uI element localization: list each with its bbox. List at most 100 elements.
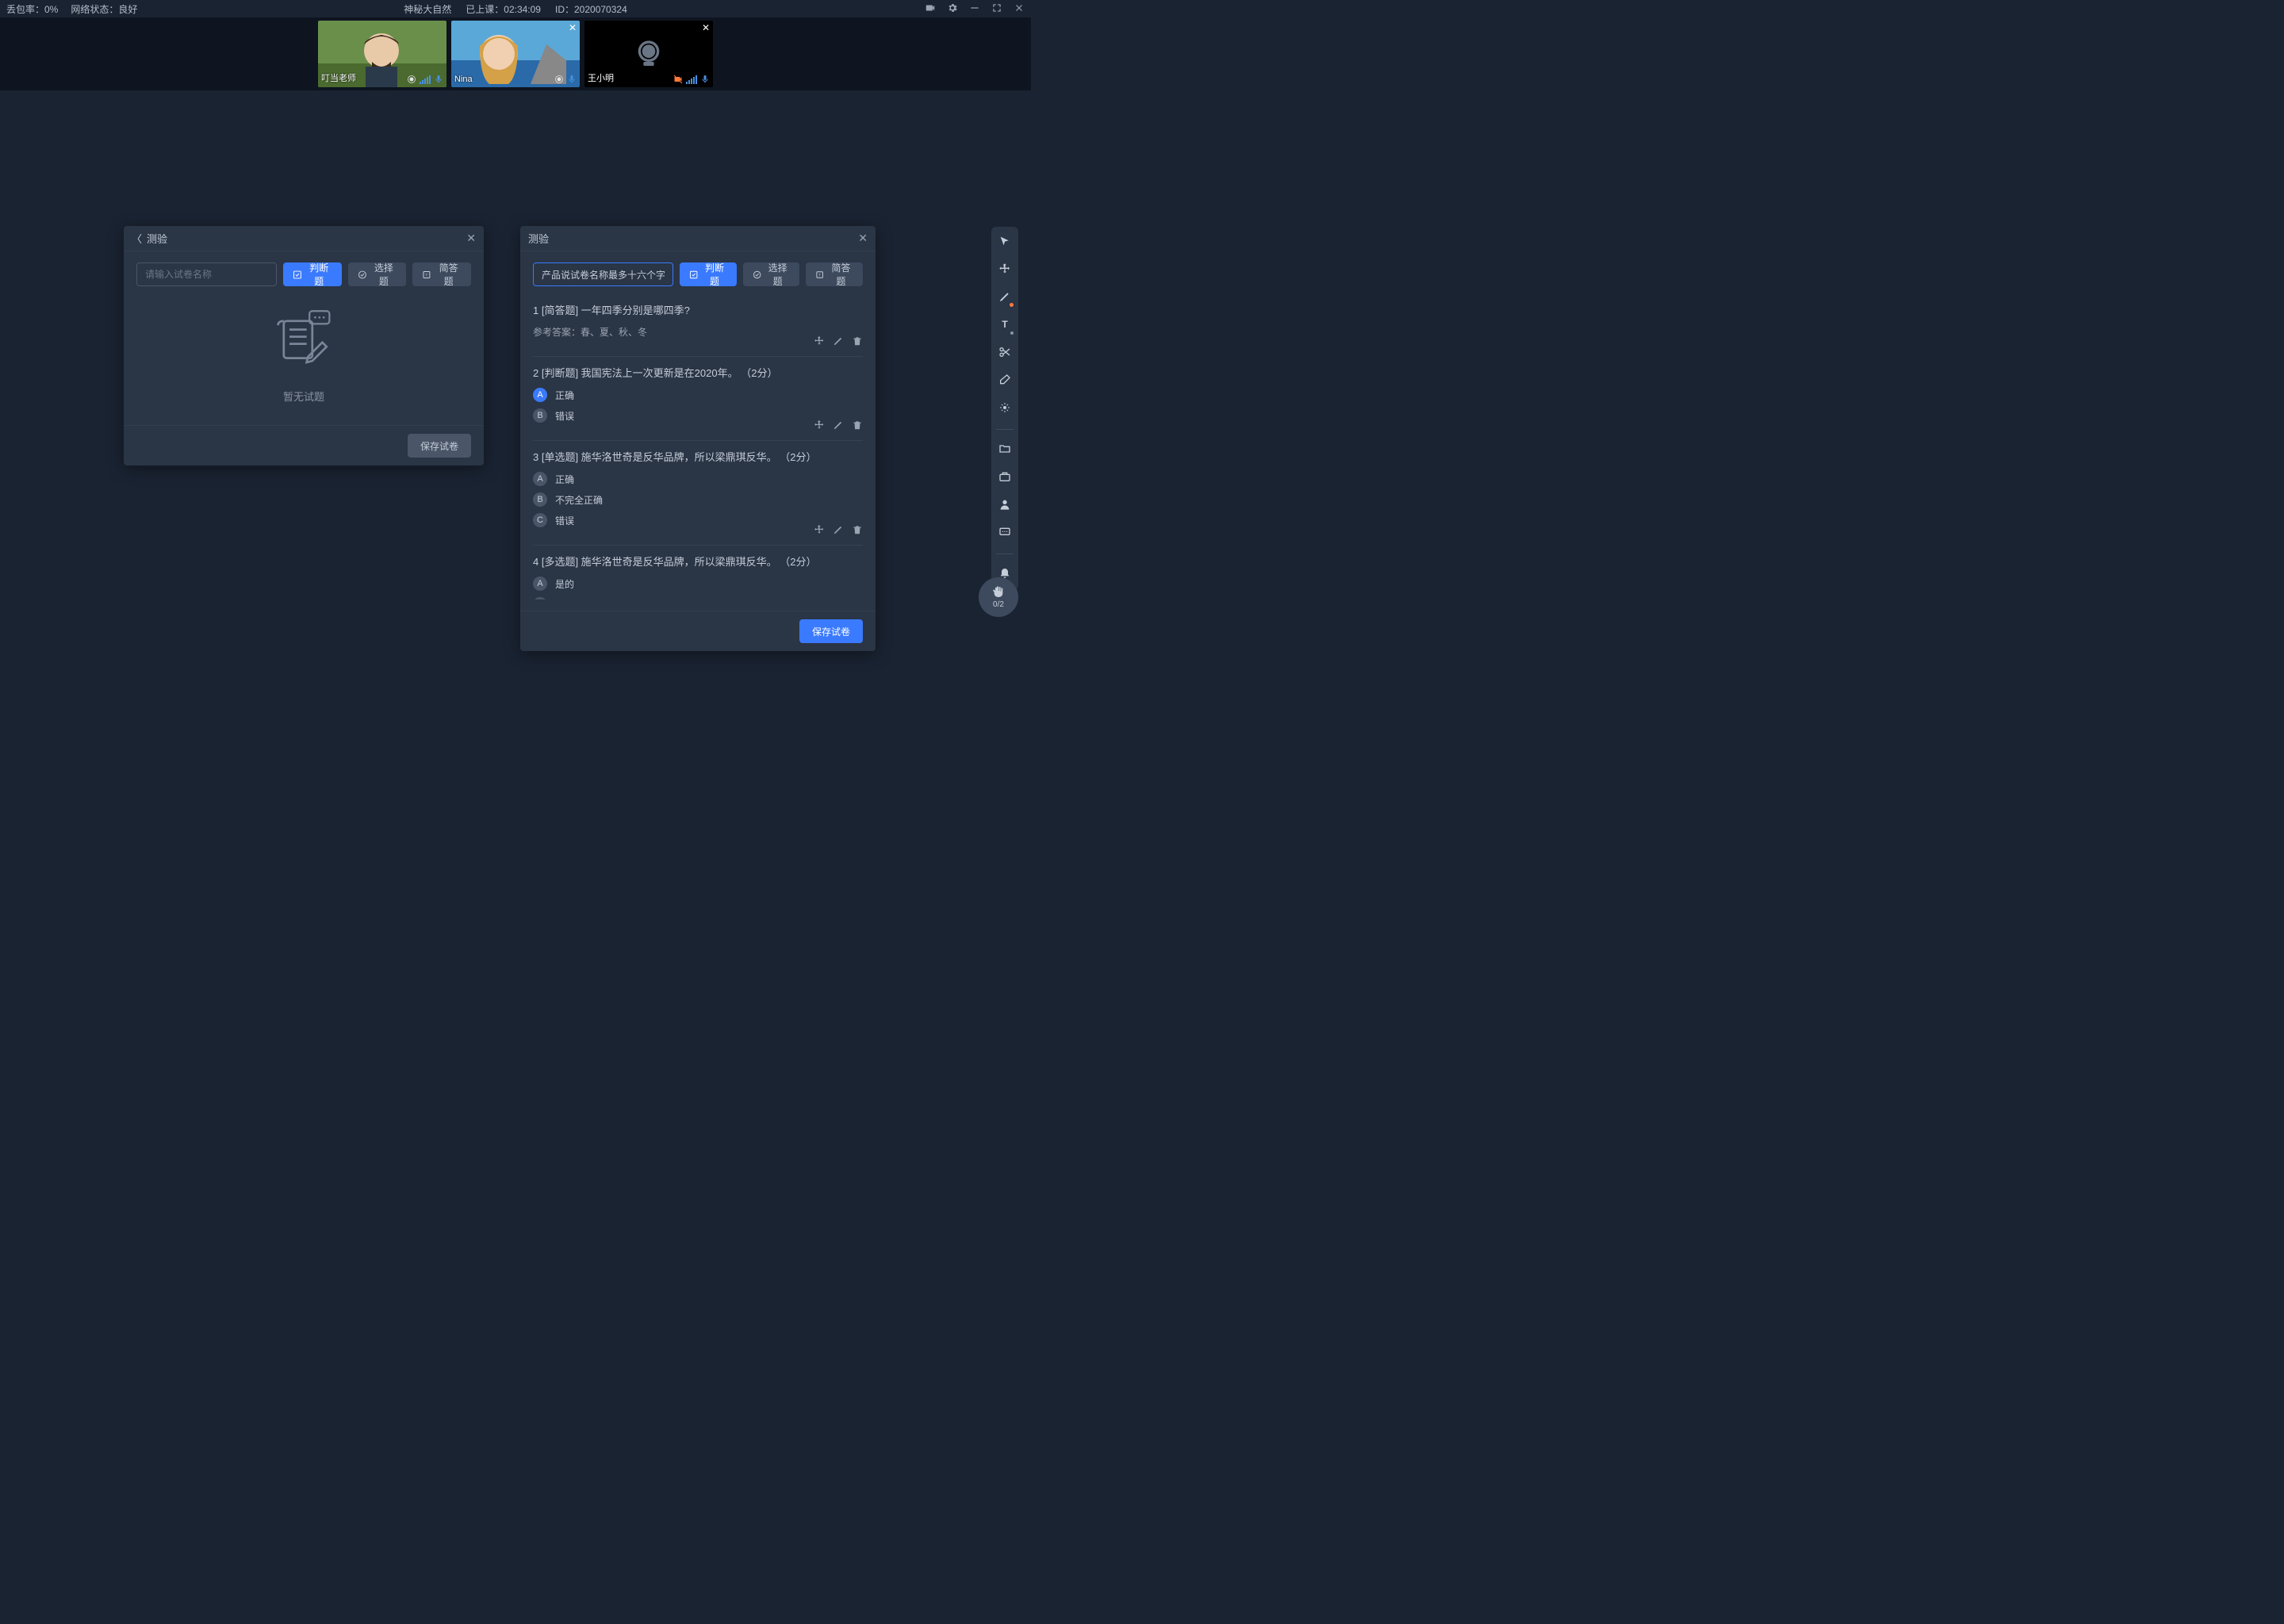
pointer-tool-icon[interactable] [998,235,1011,250]
option-label: 不完全正确 [555,493,603,507]
question-list[interactable]: 1 [简答题] 一年四季分别是哪四季?参考答案：春、夏、秋、冬2 [判断题] 我… [520,294,876,599]
option-row[interactable]: B 不完全正确 [533,597,863,599]
option-row[interactable]: B 不完全正确 [533,492,863,507]
panel-close-icon[interactable]: ✕ [858,232,868,245]
back-icon[interactable]: 〈 [132,231,142,246]
question-item: 2 [判断题] 我国宪法上一次更新是在2020年。 （2分） A 正确 B 错误 [533,357,863,441]
video-name: 叮当老师 [321,71,356,84]
pen-tool-icon[interactable] [998,290,1011,305]
settings-icon[interactable] [947,2,958,16]
mic-icon [700,75,710,84]
video-close-icon[interactable]: ✕ [569,22,577,33]
option-row[interactable]: A正确 [533,472,863,486]
network-status: 网络状态：良好 [71,2,137,16]
choice-question-button[interactable]: 选择题 [348,262,407,286]
option-badge: B [533,492,547,507]
svg-text:T: T [819,273,822,277]
save-quiz-button[interactable]: 保存试卷 [408,434,471,458]
move-icon[interactable] [814,419,825,431]
delete-icon[interactable] [852,524,863,535]
camera-off-icon [633,38,665,70]
empty-state: 暂无试题 [136,294,471,414]
panel-title: 测验 [528,231,858,246]
svg-text:T: T [426,273,428,278]
video-tile-teacher[interactable]: 叮当老师 [318,21,446,87]
eraser-tool-icon[interactable] [998,373,1011,389]
text-tool-icon[interactable]: T [998,318,1011,333]
question-title: 3 [单选题] 施华洛世奇是反华品牌，所以梁鼎琪反华。 （2分） [533,449,863,464]
video-close-icon[interactable]: ✕ [702,22,710,33]
quiz-panel-empty: 〈 测验 ✕ 判断题 选择题 T 简答题 [124,226,484,465]
judge-question-button[interactable]: 判断题 [283,262,342,286]
video-tile-student[interactable]: ✕ Nina [451,21,580,87]
option-label: 错误 [555,514,574,527]
option-label: 错误 [555,409,574,423]
move-tool-icon[interactable] [998,262,1011,278]
empty-text: 暂无试题 [283,389,324,404]
top-bar: 丢包率：0% 网络状态：良好 神秘大自然 已上课：02:34:09 ID：202… [0,0,1031,17]
option-label: 不完全正确 [555,598,603,600]
panel-title: 测验 [147,231,466,246]
option-badge: A [533,472,547,486]
question-item: 1 [简答题] 一年四季分别是哪四季?参考答案：春、夏、秋、冬 [533,294,863,357]
chat-icon[interactable] [998,526,1011,541]
quiz-name-input[interactable] [533,262,673,286]
video-row: 叮当老师 ✕ Nina ✕ 王小明 [0,17,1031,90]
video-name: Nina [454,75,473,84]
hand-count: 0/2 [993,600,1004,609]
panel-close-icon[interactable]: ✕ [466,232,476,245]
question-item: 4 [多选题] 施华洛世奇是反华品牌，所以梁鼎琪反华。 （2分） A 是的 B 不完全正… [533,546,863,599]
video-name: 王小明 [588,71,614,84]
class-id: ID：2020070324 [555,2,627,16]
option-row[interactable]: A 正确 [533,388,863,402]
camera-muted-icon [673,75,683,84]
delete-icon[interactable] [852,419,863,431]
video-tile-student[interactable]: ✕ 王小明 [584,21,713,87]
option-badge: A [533,576,547,591]
camera-icon [407,75,416,84]
scissors-tool-icon[interactable] [998,346,1011,361]
option-badge: B [533,408,547,423]
move-icon[interactable] [814,335,825,347]
signal-icon [420,75,431,84]
edit-icon[interactable] [833,524,844,535]
signal-icon [686,75,697,84]
minimize-icon[interactable] [969,2,980,16]
short-answer-button[interactable]: T 简答题 [412,262,471,286]
question-title: 1 [简答题] 一年四季分别是哪四季? [533,302,863,317]
question-item: 3 [单选题] 施华洛世奇是反华品牌，所以梁鼎琪反华。 （2分） A正确 B 不完全正… [533,441,863,546]
mic-icon [434,75,443,84]
camera-toggle-icon[interactable] [925,2,936,16]
user-icon[interactable] [998,498,1011,513]
option-badge: B [533,597,547,599]
option-row[interactable]: A 是的 [533,576,863,591]
elapsed: 已上课：02:34:09 [466,2,541,16]
option-label: 正确 [555,389,574,402]
option-label: 是的 [555,577,574,591]
mic-icon [567,75,577,84]
quiz-name-input[interactable] [136,262,277,286]
packet-loss: 丢包率：0% [6,2,58,16]
short-answer-button[interactable]: T 简答题 [806,262,863,286]
question-title: 2 [判断题] 我国宪法上一次更新是在2020年。 （2分） [533,365,863,380]
choice-question-button[interactable]: 选择题 [743,262,800,286]
camera-icon [554,75,564,84]
judge-question-button[interactable]: 判断题 [680,262,737,286]
edit-icon[interactable] [833,419,844,431]
move-icon[interactable] [814,524,825,535]
delete-icon[interactable] [852,335,863,347]
edit-icon[interactable] [833,335,844,347]
save-quiz-button[interactable]: 保存试卷 [799,619,863,643]
raise-hand-button[interactable]: 0/2 [979,577,1018,617]
option-badge: A [533,388,547,402]
svg-text:T: T [1002,319,1008,330]
toolbox-icon[interactable] [998,470,1011,485]
fullscreen-icon[interactable] [991,2,1002,16]
laser-tool-icon[interactable] [998,401,1011,416]
close-icon[interactable] [1014,2,1025,16]
tool-panel: T [991,227,1018,590]
folder-icon[interactable] [998,442,1011,458]
question-title: 4 [多选题] 施华洛世奇是反华品牌，所以梁鼎琪反华。 （2分） [533,553,863,569]
quiz-panel-filled: 测验 ✕ 判断题 选择题 T 简答题 1 [简答题] 一年四季分别是哪四季?参考… [520,226,876,651]
option-badge: C [533,513,547,527]
